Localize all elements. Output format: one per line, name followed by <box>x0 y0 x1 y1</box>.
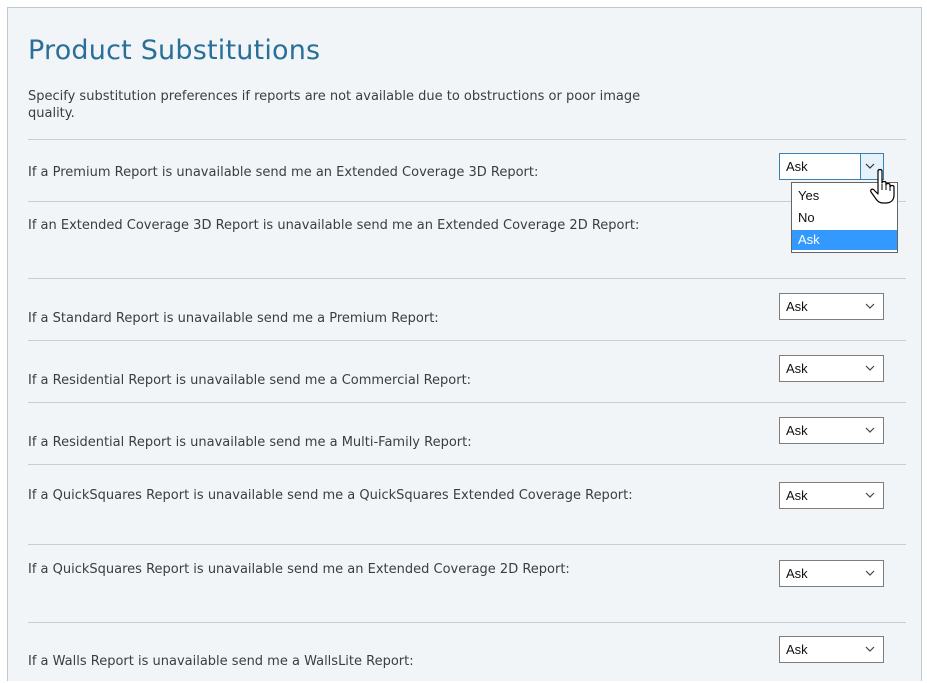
hand-cursor-icon <box>870 168 895 204</box>
row-label: If a QuickSquares Report is unavailable … <box>28 562 570 577</box>
row-label: If a Standard Report is unavailable send… <box>28 311 439 326</box>
substitution-row: If a Residential Report is unavailable s… <box>28 340 906 403</box>
substitution-row: If a QuickSquares Report is unavailable … <box>28 464 906 545</box>
substitution-select-residential-commercial[interactable]: Ask <box>779 355 884 382</box>
row-label: If a Residential Report is unavailable s… <box>28 373 472 388</box>
substitution-row: If a Premium Report is unavailable send … <box>28 139 906 202</box>
row-label: If a Premium Report is unavailable send … <box>28 165 539 180</box>
chevron-down-icon <box>865 365 875 371</box>
chevron-down-icon <box>865 303 875 309</box>
select-value: Ask <box>786 566 808 581</box>
dropdown-option-ask[interactable]: Ask <box>792 230 897 250</box>
substitution-select-quicksquares-2d[interactable]: Ask <box>779 560 884 587</box>
substitution-select-residential-multifamily[interactable]: Ask <box>779 417 884 444</box>
select-value: Ask <box>786 423 808 438</box>
substitution-row: If a Standard Report is unavailable send… <box>28 278 906 341</box>
substitution-select-walls[interactable]: Ask <box>779 636 884 663</box>
row-label: If a Residential Report is unavailable s… <box>28 435 472 450</box>
substitution-select-quicksquares-extended[interactable]: Ask <box>779 482 884 509</box>
substitution-row: If a Residential Report is unavailable s… <box>28 402 906 465</box>
select-value: Ask <box>786 488 808 503</box>
select-value: Ask <box>786 159 808 174</box>
substitution-select-standard[interactable]: Ask <box>779 293 884 320</box>
dropdown-option-no[interactable]: No <box>792 208 897 228</box>
row-label: If a Walls Report is unavailable send me… <box>28 654 414 669</box>
chevron-down-icon <box>865 427 875 433</box>
select-value: Ask <box>786 361 808 376</box>
select-value: Ask <box>786 299 808 314</box>
row-label: If a QuickSquares Report is unavailable … <box>28 488 633 503</box>
substitution-row: If a QuickSquares Report is unavailable … <box>28 544 906 623</box>
select-value: Ask <box>786 642 808 657</box>
chevron-down-icon <box>865 492 875 498</box>
product-substitutions-panel: Product Substitutions Specify substituti… <box>7 7 922 681</box>
chevron-down-icon <box>865 570 875 576</box>
chevron-down-icon <box>865 646 875 652</box>
substitution-row: If an Extended Coverage 3D Report is una… <box>28 201 906 279</box>
page-description: Specify substitution preferences if repo… <box>28 89 641 121</box>
substitution-row: If a Walls Report is unavailable send me… <box>28 622 906 683</box>
row-label: If an Extended Coverage 3D Report is una… <box>28 218 640 233</box>
page-title: Product Substitutions <box>28 35 321 66</box>
